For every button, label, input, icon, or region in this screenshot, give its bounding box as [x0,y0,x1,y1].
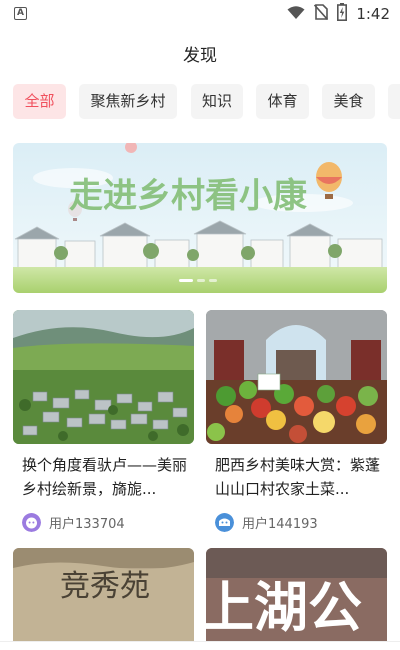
no-sim-icon [314,4,329,24]
avatar [215,512,234,532]
article-thumbnail [13,310,194,444]
article-title: 换个角度看驮卢——美丽乡村绘新景，旖旎... [22,456,187,498]
article-author[interactable]: 用户144193 [215,511,318,533]
username: 用户144193 [242,516,318,532]
tab-food[interactable]: 美食 [322,84,375,119]
bottom-edge [0,641,400,650]
tab-more-partial[interactable] [388,84,400,119]
banner-image: 走进乡村看小康 [13,143,387,293]
tab-all[interactable]: 全部 [13,84,66,119]
banner[interactable]: 走进乡村看小康 [13,143,387,293]
article-card[interactable]: 上湖公 [206,548,387,650]
title-bar: 发现 [0,28,400,78]
username: 用户133704 [49,516,125,532]
status-bar: A 1:42 [0,0,400,28]
status-icons: 1:42 [287,3,390,25]
tab-sports[interactable]: 体育 [256,84,309,119]
tab-knowledge[interactable]: 知识 [191,84,243,119]
article-card[interactable]: 竞秀苑 [13,548,194,650]
article-title: 肥西乡村美味大赏：紫蓬山山口村农家土菜... [215,456,380,498]
avatar [22,512,41,532]
battery-charging-icon [337,3,348,25]
article-thumbnail: 竞秀苑 [13,548,194,650]
category-tabs: 全部 聚焦新乡村 知识 体育 美食 [13,84,400,120]
tab-focus-new-village[interactable]: 聚焦新乡村 [79,84,177,119]
article-author[interactable]: 用户133704 [22,511,125,533]
a-notification-icon: A [14,7,27,20]
wifi-icon [287,5,305,24]
article-thumbnail [206,310,387,444]
banner-text: 走进乡村看小康 [69,176,307,216]
article-thumbnail: 上湖公 [206,548,387,650]
bottom-card-caption: 上湖公 [206,576,362,639]
status-time: 1:42 [356,5,390,23]
bottom-card-caption: 竞秀苑 [60,569,150,604]
page-title: 发现 [183,45,217,66]
